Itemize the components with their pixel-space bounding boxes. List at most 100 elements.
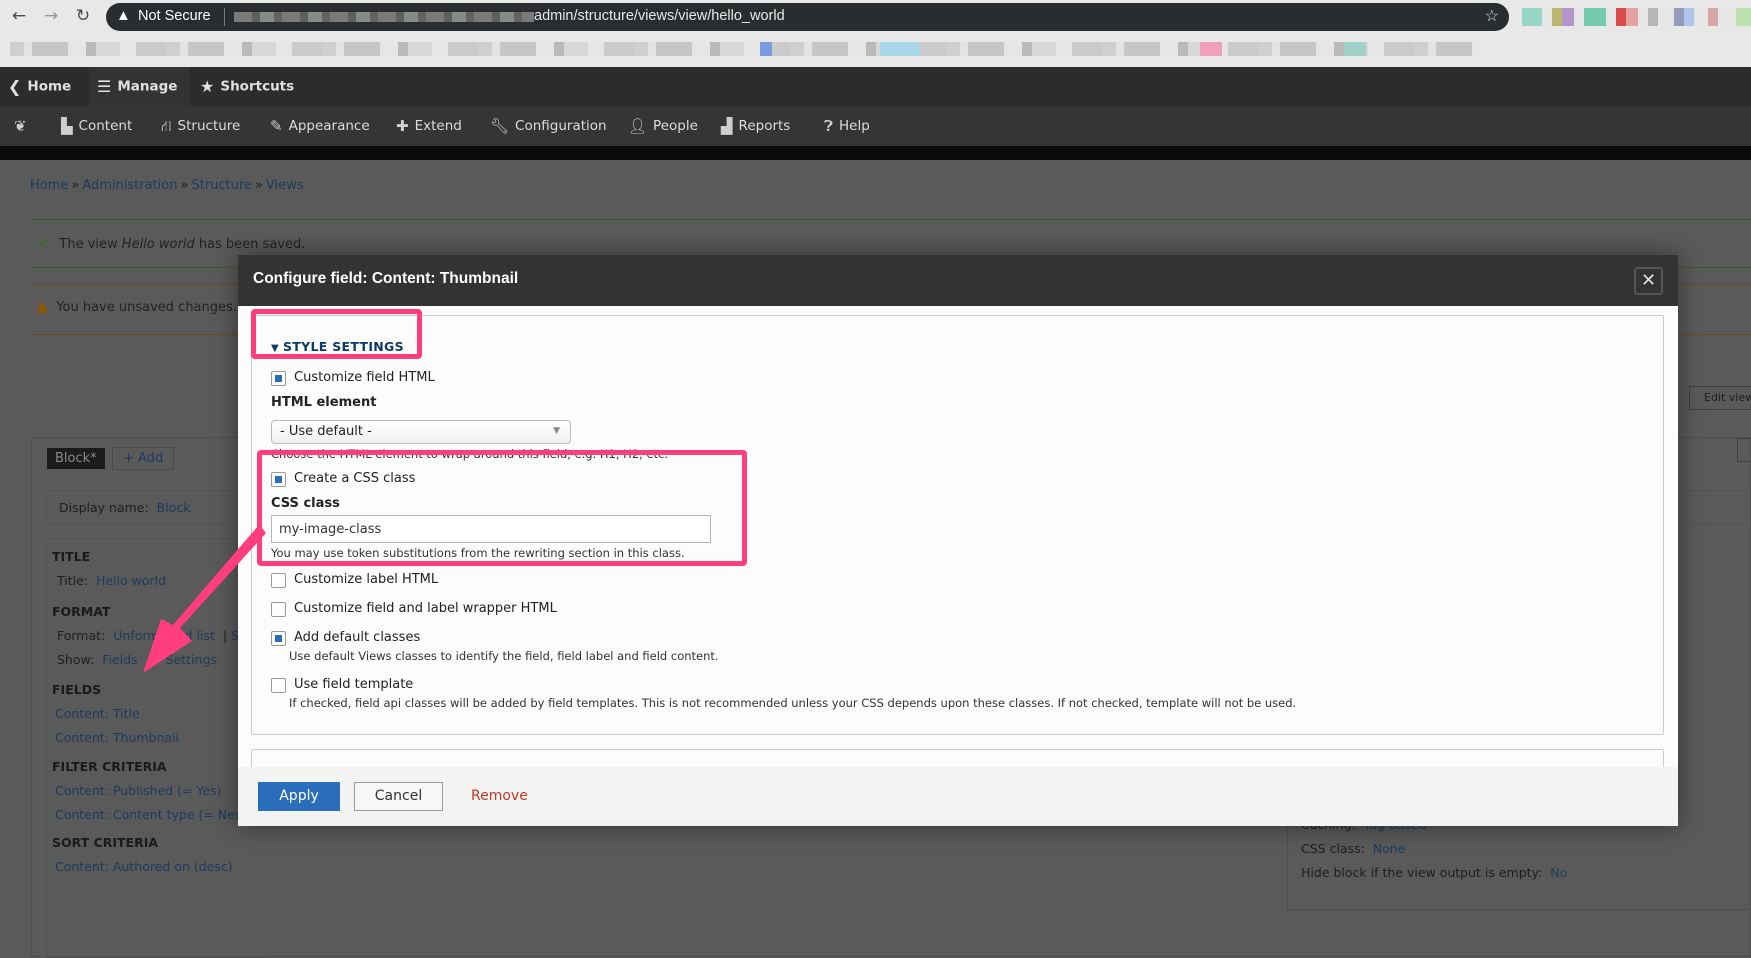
redacted-bookmarks[interactable]: [10, 42, 1480, 56]
tray-item-configuration[interactable]: 🔧︎ Configuration: [490, 106, 607, 146]
annotation-highlight-style-settings: [251, 309, 422, 359]
drupal-logo-icon[interactable]: ❦: [14, 106, 33, 146]
tray-item-reports[interactable]: ▟ Reports: [721, 106, 790, 146]
tray-item-appearance[interactable]: ✎ Appearance: [270, 106, 370, 146]
arrow-left-icon[interactable]: ←: [8, 5, 30, 27]
reload-icon[interactable]: ↻: [72, 5, 94, 27]
admin-toolbar: ❮ Home ☰ Manage ★ Shortcuts: [0, 67, 1751, 106]
bar-chart-icon: ▟: [721, 117, 733, 135]
toolbar-item-label: Manage: [117, 78, 178, 95]
tray-item-content[interactable]: ▙ Content: [61, 106, 132, 146]
show-row: Show: Fields | Settings: [57, 652, 217, 667]
use-field-template-checkbox[interactable]: [271, 678, 286, 693]
advanced-label: CSS class:: [1301, 841, 1365, 856]
customize-wrapper-html-checkbox[interactable]: [271, 602, 286, 617]
cancel-button[interactable]: Cancel: [354, 782, 443, 811]
breadcrumb-administration[interactable]: Administration: [82, 178, 177, 193]
add-display-button[interactable]: + Add: [112, 447, 175, 470]
remove-link[interactable]: Remove: [471, 788, 528, 804]
checkbox-label[interactable]: Use field template: [294, 677, 413, 692]
toolbar-item-manage[interactable]: ☰ Manage: [89, 67, 190, 106]
bookmark-favicon[interactable]: [880, 42, 920, 56]
caret-down-icon: ▼: [553, 426, 560, 436]
advanced-link[interactable]: No: [1550, 865, 1567, 880]
dialog-footer: Apply Cancel Remove: [238, 767, 1678, 826]
breadcrumb-home[interactable]: Home: [30, 178, 68, 193]
paintbrush-icon: ✎: [270, 117, 283, 135]
address-bar[interactable]: ▲ Not Secure admin/structure/views/view/…: [106, 3, 1509, 31]
breadcrumb-separator: »: [254, 178, 263, 193]
puzzle-icon: ✚: [396, 117, 409, 135]
title-link[interactable]: Hello world: [96, 573, 166, 588]
html-element-select[interactable]: - Use default - ▼: [271, 420, 571, 444]
dialog-header: Configure field: Content: Thumbnail ✕: [238, 255, 1678, 306]
separator: |: [149, 652, 154, 667]
tray-item-label: People: [653, 118, 698, 134]
section-heading-fields: FIELDS: [52, 682, 102, 697]
bookmark-favicon[interactable]: [760, 42, 772, 56]
warning-message: ▲ You have unsaved changes.: [36, 296, 237, 315]
tray-item-help[interactable]: ❓︎ Help: [824, 106, 870, 146]
toolbar-item-label: Home: [27, 78, 72, 95]
display-tab-block[interactable]: Block*: [47, 448, 105, 469]
add-default-classes-checkbox[interactable]: [271, 631, 286, 646]
tray-item-extend[interactable]: ✚ Extend: [396, 106, 462, 146]
format-link[interactable]: Unformatted list: [113, 628, 215, 643]
bookmark-favicon[interactable]: [1344, 42, 1366, 56]
edit-view-name-button[interactable]: Edit view name/description: [1689, 386, 1751, 410]
filter-link[interactable]: Content: Content type (= News): [55, 807, 256, 822]
views-left-column: TITLE Title: Hello world FORMAT Format: …: [46, 538, 282, 958]
checkbox-label[interactable]: Customize label HTML: [294, 572, 438, 587]
section-heading-filter-criteria: FILTER CRITERIA: [52, 759, 167, 774]
sitemap-icon: ⛙: [161, 117, 172, 135]
bookmark-favicon[interactable]: [1200, 42, 1222, 56]
extensions-area[interactable]: [1522, 8, 1751, 26]
tray-item-label: Reports: [738, 118, 791, 134]
chevron-circle-left-icon: ❮: [8, 77, 22, 96]
title-row: Title: Hello world: [57, 573, 166, 588]
show-link[interactable]: Fields: [102, 652, 137, 667]
use-field-template-description: If checked, field api classes will be ad…: [289, 696, 1297, 710]
checkbox-label[interactable]: Add default classes: [294, 630, 420, 645]
customize-label-html-checkbox[interactable]: [271, 573, 286, 588]
display-name-label: Display name:: [59, 500, 149, 515]
sort-link[interactable]: Content: Authored on (desc): [55, 859, 233, 874]
tray-item-label: Help: [839, 118, 870, 134]
add-default-classes-description: Use default Views classes to identify th…: [289, 649, 719, 663]
breadcrumb-views[interactable]: Views: [266, 178, 304, 193]
close-icon[interactable]: ✕: [1634, 267, 1663, 295]
next-fieldset: [251, 749, 1664, 767]
redacted-host: [234, 12, 534, 22]
show-settings-link[interactable]: Settings: [166, 652, 217, 667]
breadcrumb-structure[interactable]: Structure: [191, 178, 251, 193]
advanced-link[interactable]: None: [1373, 841, 1406, 856]
annotation-highlight-css-class: [257, 450, 747, 566]
section-heading-format: FORMAT: [52, 604, 111, 619]
checkbox-label[interactable]: Customize field and label wrapper HTML: [294, 601, 557, 616]
tray-item-people[interactable]: 👤︎ People: [628, 106, 698, 146]
dialog-title: Configure field: Content: Thumbnail: [253, 270, 519, 287]
checkbox-label[interactable]: Customize field HTML: [294, 370, 435, 385]
toolbar-item-shortcuts[interactable]: ★ Shortcuts: [192, 67, 302, 106]
browser-toolbar: ← → ↻ ▲ Not Secure admin/structure/views…: [0, 0, 1751, 34]
star-outline-icon[interactable]: ☆: [1485, 6, 1499, 26]
html-element-label: HTML element: [271, 395, 377, 410]
help-icon: ❓︎: [824, 117, 834, 135]
field-link[interactable]: Content: Title: [55, 706, 140, 721]
dropbutton-toggle[interactable]: [1737, 438, 1751, 462]
advanced-column: Query settings: Settings Caching: Tag ba…: [1287, 815, 1751, 910]
display-name-link[interactable]: Block: [157, 500, 191, 515]
apply-button[interactable]: Apply: [258, 782, 340, 811]
filter-link[interactable]: Content: Published (= Yes): [55, 783, 221, 798]
customize-field-html-checkbox[interactable]: [271, 371, 286, 386]
field-link[interactable]: Content: Thumbnail: [55, 730, 179, 745]
tray-item-label: Extend: [414, 118, 462, 134]
tray-item-structure[interactable]: ⛙ Structure: [161, 106, 240, 146]
security-label[interactable]: Not Secure: [138, 8, 211, 24]
breadcrumb-separator: »: [180, 178, 189, 193]
tray-item-label: Configuration: [515, 118, 607, 134]
url-text[interactable]: admin/structure/views/view/hello_world: [534, 8, 785, 24]
breadcrumb: Home» Administration» Structure» Views: [30, 178, 304, 193]
arrow-right-icon[interactable]: →: [40, 5, 62, 27]
toolbar-item-home[interactable]: ❮ Home: [0, 67, 88, 106]
